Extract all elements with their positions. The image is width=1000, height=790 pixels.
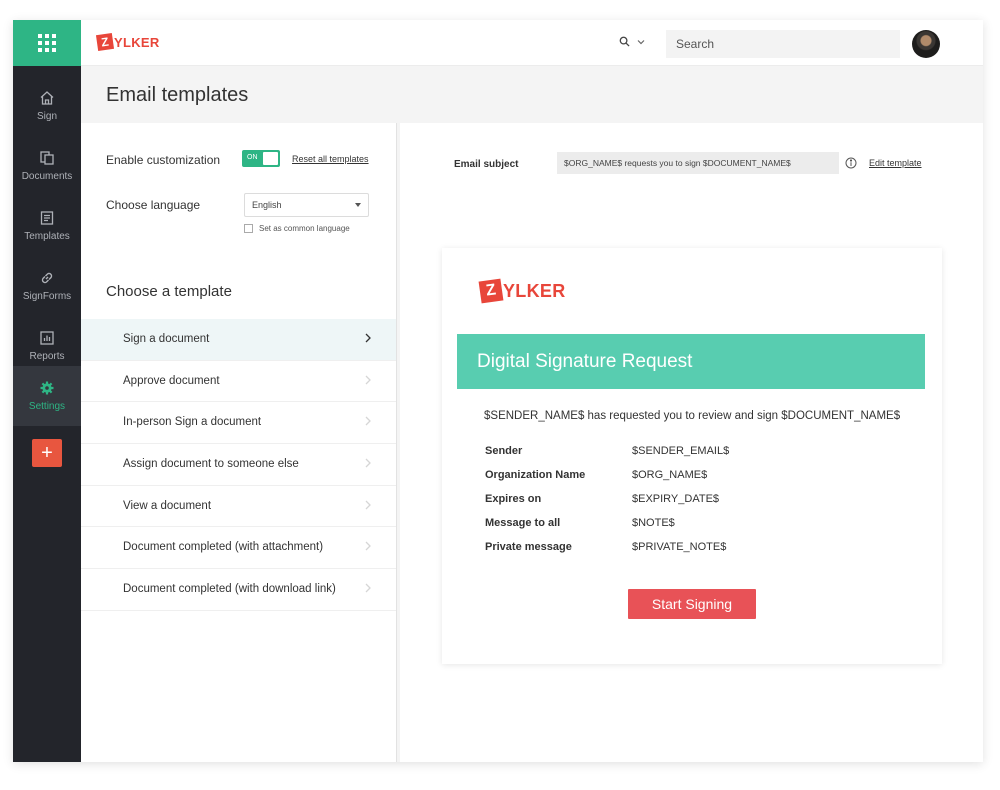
gear-icon — [40, 381, 54, 395]
chevron-down-icon — [637, 39, 645, 44]
language-select-value: English — [252, 200, 282, 210]
choose-language-label: Choose language — [106, 198, 201, 212]
sidebar-item-label: Documents — [21, 171, 73, 182]
logo-text: YLKER — [114, 34, 160, 50]
sidebar-item-documents[interactable]: Documents — [13, 136, 81, 196]
detail-label: Private message — [485, 541, 572, 553]
reset-all-templates-link[interactable]: Reset all templates — [292, 154, 369, 164]
template-item-completed-download-link[interactable]: Document completed (with download link) — [81, 569, 396, 611]
template-item-label: Approve document — [123, 374, 220, 387]
template-settings-panel: Enable customization ON Reset all templa… — [81, 123, 397, 762]
enable-customization-label: Enable customization — [106, 153, 221, 167]
search-input[interactable] — [666, 30, 900, 58]
reports-icon — [40, 331, 54, 345]
apps-button[interactable] — [13, 20, 81, 66]
detail-row: Sender $SENDER_EMAIL$ — [485, 445, 815, 469]
detail-value: $PRIVATE_NOTE$ — [632, 541, 727, 553]
toggle-state-text: ON — [247, 154, 258, 161]
detail-label: Expires on — [485, 493, 542, 505]
chevron-right-icon — [365, 333, 371, 343]
sidebar-item-label: Sign — [36, 111, 57, 122]
documents-icon — [40, 151, 54, 165]
chevron-right-icon — [365, 500, 371, 510]
caret-down-icon — [355, 203, 361, 207]
detail-row: Message to all $NOTE$ — [485, 517, 815, 541]
language-select[interactable]: English — [244, 193, 369, 217]
logo-z-mark: Z — [95, 32, 115, 52]
banner-title: Digital Signature Request — [477, 351, 693, 372]
choose-template-heading: Choose a template — [106, 283, 232, 300]
sidebar-item-label: SignForms — [22, 291, 72, 302]
template-item-view-a-document[interactable]: View a document — [81, 486, 396, 528]
chevron-right-icon — [365, 541, 371, 551]
sidebar-item-label: Reports — [29, 351, 65, 362]
start-signing-button[interactable]: Start Signing — [628, 589, 756, 619]
email-subject-label: Email subject — [454, 159, 519, 170]
request-message: $SENDER_NAME$ has requested you to revie… — [484, 410, 901, 422]
app-window: Sign Documents Templates SignForms Repor… — [13, 20, 983, 762]
customization-toggle[interactable]: ON — [242, 150, 280, 167]
detail-value: $ORG_NAME$ — [632, 469, 708, 481]
sidebar-item-templates[interactable]: Templates — [13, 196, 81, 256]
email-subject-field[interactable]: $ORG_NAME$ requests you to sign $DOCUMEN… — [557, 152, 839, 174]
sidebar-item-sign[interactable]: Sign — [13, 76, 81, 136]
toggle-knob — [263, 152, 278, 165]
template-list: Sign a document Approve document In-pers… — [81, 319, 396, 611]
template-item-label: View a document — [123, 499, 212, 512]
template-item-sign-a-document[interactable]: Sign a document — [81, 319, 396, 361]
detail-label: Sender — [485, 445, 523, 457]
sidebar: Sign Documents Templates SignForms Repor… — [13, 20, 81, 762]
template-item-label: Document completed (with download link) — [123, 583, 336, 596]
search-icon — [619, 36, 630, 47]
avatar[interactable] — [912, 30, 940, 58]
sidebar-item-label: Templates — [24, 231, 70, 242]
detail-row: Private message $PRIVATE_NOTE$ — [485, 541, 815, 565]
request-details: Sender $SENDER_EMAIL$ Organization Name … — [485, 445, 815, 565]
edit-template-link[interactable]: Edit template — [869, 158, 922, 168]
template-item-label: In-person Sign a document — [123, 416, 262, 429]
logo-z-mark: Z — [478, 278, 504, 304]
template-preview-panel: Email subject $ORG_NAME$ requests you to… — [400, 123, 983, 762]
info-icon[interactable] — [845, 157, 857, 169]
sidebar-item-signforms[interactable]: SignForms — [13, 256, 81, 316]
template-item-label: Document completed (with attachment) — [123, 541, 324, 554]
add-button[interactable]: + — [32, 439, 62, 467]
sidebar-item-label: Settings — [28, 401, 66, 412]
common-language-label: Set as common language — [259, 224, 350, 233]
detail-row: Expires on $EXPIRY_DATE$ — [485, 493, 815, 517]
detail-value: $NOTE$ — [632, 517, 675, 529]
templates-icon — [40, 211, 54, 225]
sidebar-item-settings[interactable]: Settings — [13, 366, 81, 426]
template-item-approve-document[interactable]: Approve document — [81, 361, 396, 403]
apps-grid-icon — [38, 34, 56, 52]
common-language-checkbox[interactable] — [244, 224, 253, 233]
email-preview-card: Z YLKER Digital Signature Request $SENDE… — [442, 248, 942, 664]
detail-row: Organization Name $ORG_NAME$ — [485, 469, 815, 493]
detail-value: $SENDER_EMAIL$ — [632, 445, 730, 457]
page-title: Email templates — [106, 84, 249, 106]
detail-label: Organization Name — [485, 469, 586, 481]
search-scope-dropdown[interactable] — [619, 36, 645, 47]
chevron-right-icon — [365, 375, 371, 385]
template-item-label: Sign a document — [123, 333, 210, 345]
zylker-logo[interactable]: Z YLKER — [95, 32, 160, 52]
template-item-label: Assign document to someone else — [123, 458, 299, 471]
chevron-right-icon — [365, 458, 371, 468]
template-item-completed-attachment[interactable]: Document completed (with attachment) — [81, 527, 396, 570]
template-item-assign-document[interactable]: Assign document to someone else — [81, 444, 396, 486]
zylker-logo: Z YLKER — [478, 278, 566, 304]
home-icon — [40, 91, 54, 105]
link-icon — [41, 272, 53, 284]
detail-value: $EXPIRY_DATE$ — [632, 493, 720, 505]
chevron-right-icon — [365, 416, 371, 426]
signature-request-banner: Digital Signature Request — [457, 334, 925, 389]
chevron-right-icon — [365, 583, 371, 593]
logo-text: YLKER — [503, 280, 566, 301]
template-item-in-person-sign[interactable]: In-person Sign a document — [81, 402, 396, 445]
detail-label: Message to all — [485, 517, 561, 529]
top-bar: Z YLKER — [81, 20, 983, 66]
